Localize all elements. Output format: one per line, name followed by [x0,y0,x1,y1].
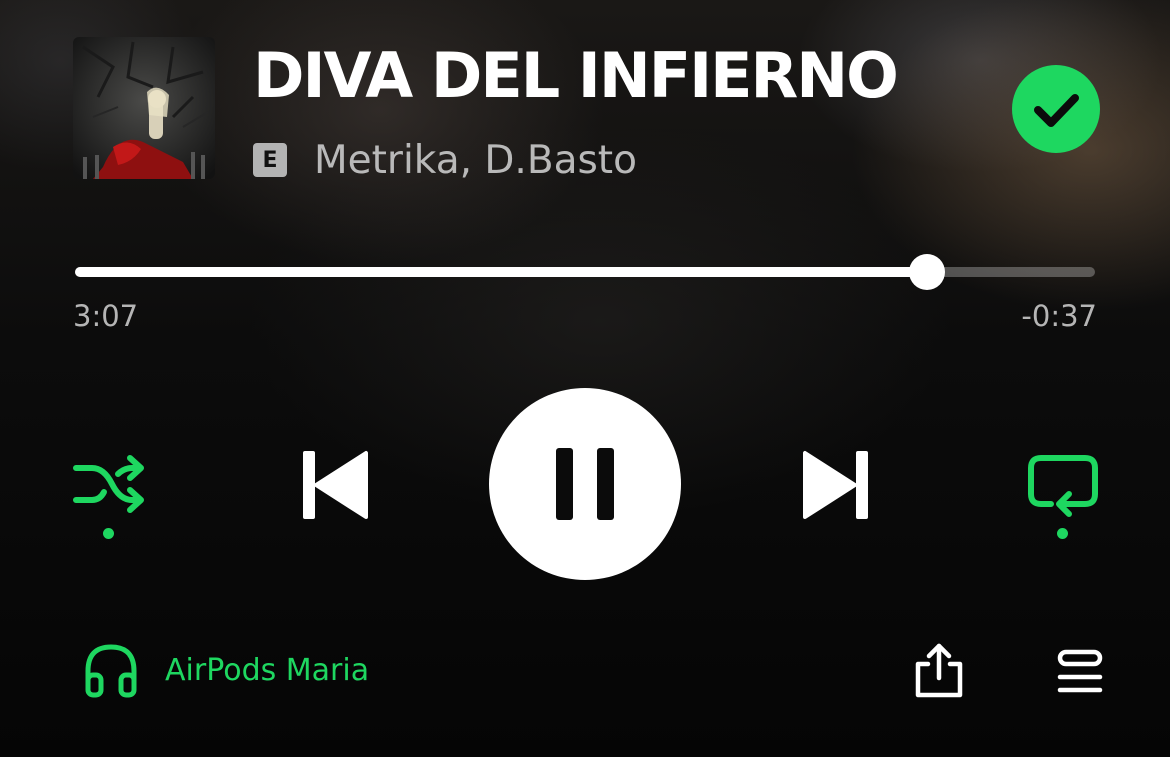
album-art[interactable] [73,37,215,179]
queue-icon [1057,649,1103,693]
explicit-badge: E [253,143,287,177]
now-playing-screen: DIVA DEL INFIERNO E Metrika, D.Basto 3:0… [0,0,1170,757]
progress-bar[interactable] [75,254,1095,290]
repeat-button[interactable] [1025,452,1101,542]
headphones-icon [85,644,137,698]
shuffle-active-dot [103,528,114,539]
artist-row: E Metrika, D.Basto [253,137,637,183]
check-icon [1012,65,1100,153]
time-remaining: -0:37 [1021,299,1097,333]
previous-button[interactable] [298,445,372,525]
track-title[interactable]: DIVA DEL INFIERNO [253,36,899,116]
share-icon [915,643,963,698]
shuffle-icon [73,455,144,513]
skip-previous-icon [303,451,368,519]
liked-button[interactable] [1012,65,1100,153]
shuffle-button[interactable] [70,452,150,542]
pause-button[interactable] [489,388,681,580]
time-elapsed: 3:07 [73,299,139,333]
queue-button[interactable] [1056,648,1104,696]
device-name: AirPods Maria [165,652,370,688]
repeat-active-dot [1057,528,1068,539]
artist-names[interactable]: Metrika, D.Basto [314,138,637,183]
connected-device[interactable]: AirPods Maria [83,640,369,700]
repeat-icon [1028,455,1098,517]
pause-icon [556,448,614,520]
skip-next-icon [803,451,868,519]
next-button[interactable] [799,445,873,525]
progress-fill [75,267,927,277]
progress-thumb[interactable] [908,254,945,290]
share-button[interactable] [912,642,966,700]
